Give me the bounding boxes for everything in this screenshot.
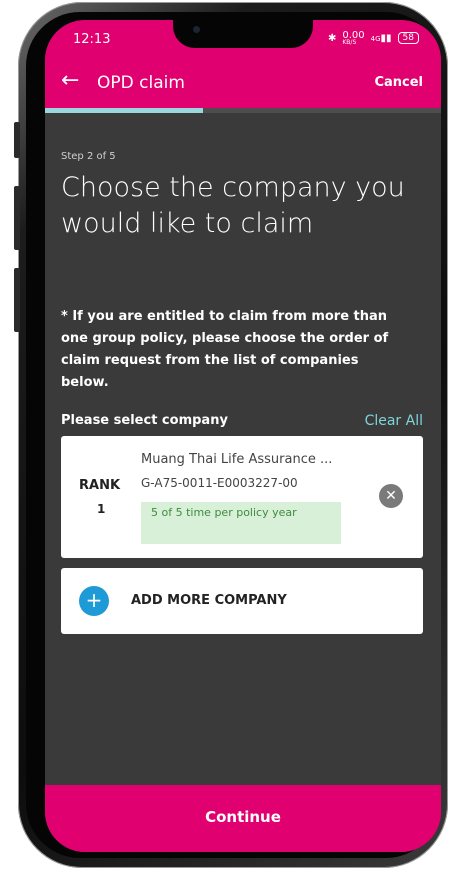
volume-down-button — [14, 268, 20, 332]
instruction-notice: * If you are entitled to claim from more… — [61, 309, 389, 390]
company-card[interactable]: RANK 1 Muang Thai Life Assurance ... G-A… — [61, 436, 423, 558]
front-camera — [193, 26, 200, 33]
company-name: Muang Thai Life Assurance ... — [141, 452, 333, 467]
clear-all-button[interactable]: Clear All — [365, 413, 423, 429]
policy-number: G-A75-0011-E0003227-00 — [141, 476, 298, 490]
step-indicator: Step 2 of 5 — [61, 151, 116, 162]
battery-icon: 58 — [397, 32, 419, 44]
page-title: OPD claim — [97, 73, 185, 93]
signal-label: 4G — [370, 34, 381, 43]
status-time: 12:13 — [73, 32, 111, 47]
volume-up-button — [14, 186, 20, 250]
status-icons: ✱ 0.00 KB/S 4G▮▮ 58 — [328, 30, 419, 46]
arrow-left-icon[interactable]: ← — [61, 68, 79, 93]
app-bar: ← OPD claim Cancel — [45, 58, 441, 108]
rank-number: 1 — [97, 502, 106, 516]
add-company-button[interactable]: + ADD MORE COMPANY — [61, 568, 423, 634]
plus-icon[interactable]: + — [79, 586, 109, 616]
page-heading: Choose the company you would like to cla… — [61, 172, 405, 239]
select-company-label: Please select company — [61, 413, 228, 428]
network-speed: 0.00 KB/S — [342, 30, 364, 46]
continue-button[interactable]: Continue — [45, 785, 441, 852]
step-progress-bar — [45, 108, 441, 113]
mute-switch — [14, 122, 20, 158]
remove-company-icon[interactable]: ✕ — [379, 484, 403, 508]
rank-label: RANK — [79, 478, 121, 493]
add-company-label: ADD MORE COMPANY — [131, 593, 287, 608]
step-progress-fill — [45, 108, 204, 113]
cancel-button[interactable]: Cancel — [374, 75, 423, 90]
signal-icon: 4G▮▮ — [370, 32, 392, 44]
battery-level: 58 — [402, 33, 414, 43]
bluetooth-icon: ✱ — [327, 32, 337, 44]
usage-badge: 5 of 5 time per policy year — [141, 502, 341, 544]
phone-screen: 12:13 ✱ 0.00 KB/S 4G▮▮ 58 ← OPD claim Can… — [45, 20, 441, 852]
camera-notch — [173, 20, 313, 48]
